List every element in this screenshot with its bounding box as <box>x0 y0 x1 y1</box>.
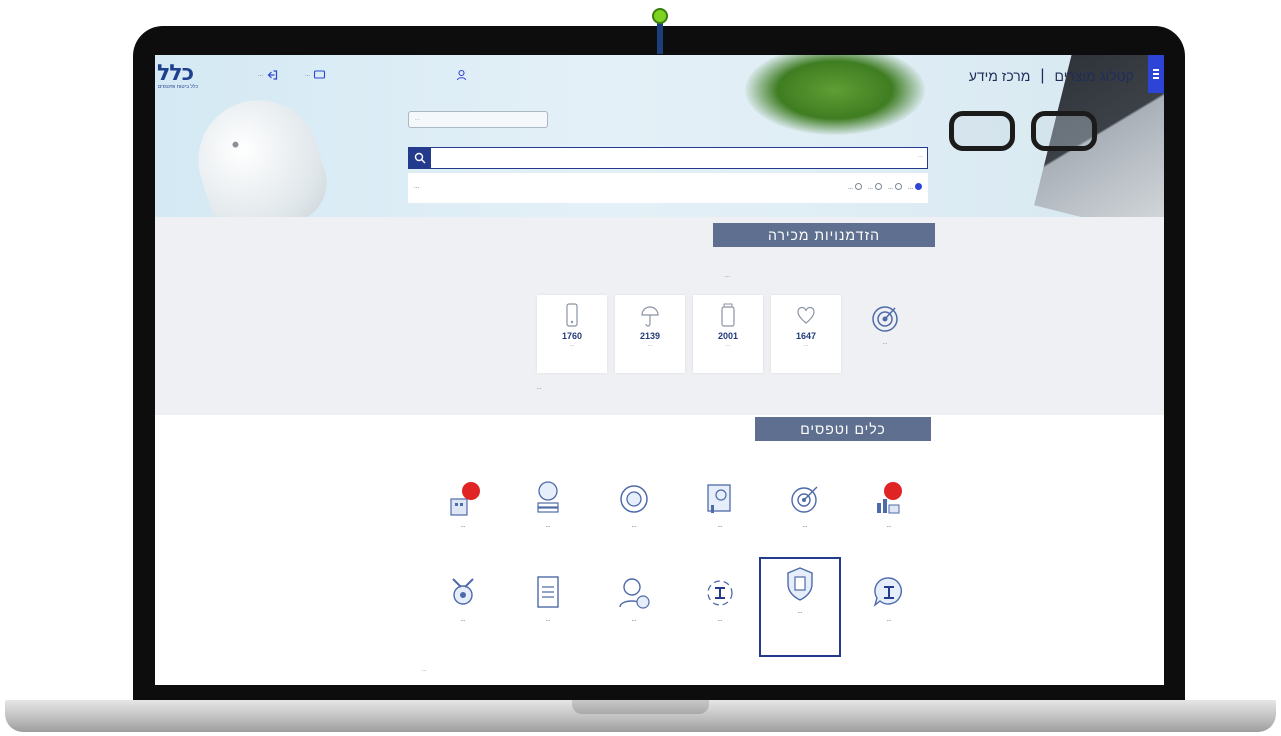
tool-row1-1[interactable]: ... <box>425 473 501 553</box>
circular-target-icon <box>620 485 648 513</box>
stat-value: 1647 <box>795 331 817 341</box>
tool-label: ... <box>717 523 723 529</box>
top-bar: כלל כלל ביטוח ופיננסים ... ... מרכז מידע… <box>155 55 1164 95</box>
stat-value: 1760 <box>561 331 583 341</box>
logo-subtitle: כלל ביטוח ופיננסים <box>158 84 199 90</box>
sales-section-title: הזדמנויות מכירה <box>713 223 935 247</box>
search-bar: ... <box>408 147 928 169</box>
exit-icon <box>267 70 278 80</box>
more-opportunities-link[interactable]: ... <box>537 385 541 391</box>
stat-value: 2001 <box>717 331 739 341</box>
tool-row2-6[interactable]: ... <box>851 567 927 647</box>
clal-logo-cycle-icon <box>707 580 733 606</box>
clal-logo[interactable]: כלל כלל ביטוח ופיננסים <box>157 61 229 91</box>
logo-text: כלל <box>157 61 194 86</box>
tool-label: ... <box>460 523 466 529</box>
target-arrow-icon <box>791 486 818 513</box>
tools-gear-icon <box>452 578 474 605</box>
footer-link[interactable]: ... <box>422 667 426 673</box>
tool-label: ... <box>886 617 892 623</box>
radio-option-1[interactable]: ... <box>908 183 922 191</box>
util-link-1-label: ... <box>258 72 264 78</box>
tool-label: ... <box>717 617 723 623</box>
stat-label: ... <box>725 342 731 348</box>
stat-label: ... <box>803 342 809 348</box>
target-label: ... <box>882 340 888 346</box>
chart-badge-icon <box>877 482 902 514</box>
stat-card-3[interactable]: 2001 ... <box>693 295 763 373</box>
tool-row1-3[interactable]: ... <box>596 473 672 553</box>
building-badge-icon <box>450 482 480 516</box>
target-icon <box>872 306 898 332</box>
coin-stack-icon <box>537 481 559 513</box>
user-icon <box>456 69 467 81</box>
glasses-image <box>945 103 1105 159</box>
hamburger-icon <box>1153 68 1159 80</box>
radio-option-3[interactable]: ... <box>868 183 882 191</box>
targets-tile[interactable]: ... <box>855 299 915 369</box>
tool-label: ... <box>886 523 892 529</box>
search-icon <box>414 152 426 164</box>
tool-label: ... <box>545 523 551 529</box>
util-link-1[interactable]: ... <box>258 67 279 83</box>
tool-row1-6[interactable]: ... <box>851 473 927 553</box>
laptop-screen: כלל כלל ביטוח ופיננסים ... ... מרכז מידע… <box>155 55 1164 685</box>
nav-info-center[interactable]: מרכז מידע <box>969 68 1031 84</box>
umbrella-icon <box>641 306 659 327</box>
advanced-search-link[interactable]: ... <box>414 184 419 190</box>
webcam-stem <box>657 22 663 54</box>
laptop-notch <box>572 700 709 714</box>
search-type-radios: ... ... ... ... <box>848 183 922 191</box>
tool-label: ... <box>802 523 808 529</box>
tool-row2-5-selected[interactable]: ... <box>759 557 841 657</box>
hamburger-menu-button[interactable] <box>1148 55 1164 93</box>
search-input[interactable]: ... <box>918 153 923 159</box>
webcam-icon <box>652 8 668 24</box>
tool-label: ... <box>460 617 466 623</box>
radio-option-2[interactable]: ... <box>888 183 902 191</box>
user-profile-button[interactable] <box>455 67 468 83</box>
util-link-2[interactable]: ... <box>305 67 326 83</box>
tool-label: ... <box>631 523 637 529</box>
shield-doc-icon <box>787 567 813 601</box>
jar-icon <box>721 303 735 327</box>
main-nav: מרכז מידע | קטלוג מוצרים <box>969 65 1134 87</box>
document-icon <box>537 576 559 608</box>
calculator-chart-icon <box>707 484 731 513</box>
stat-card-1[interactable]: 1760 ... <box>537 295 607 373</box>
search-button[interactable] <box>409 148 431 168</box>
laptop-mockup: כלל כלל ביטוח ופיננסים ... ... מרכז מידע… <box>0 0 1281 736</box>
stat-card-4[interactable]: 1647 ... <box>771 295 841 373</box>
clal-bubble-icon <box>873 577 902 607</box>
stat-card-2[interactable]: 2139 ... <box>615 295 685 373</box>
tool-row1-2[interactable]: ... <box>510 473 586 553</box>
stat-label: ... <box>569 342 575 348</box>
stat-label: ... <box>647 342 653 348</box>
tool-label: ... <box>797 609 803 615</box>
tool-row2-4[interactable]: ... <box>682 567 758 647</box>
heart-icon <box>797 306 815 324</box>
search-filters: ... ... ... ... ... <box>408 173 928 203</box>
util-link-2-label: ... <box>305 72 311 78</box>
tool-row2-3[interactable]: ... <box>596 567 672 647</box>
tool-label: ... <box>631 617 637 623</box>
tool-row1-5[interactable]: ... <box>767 473 843 553</box>
sales-section-subtitle: ... <box>725 273 731 279</box>
sales-opportunities-section: הזדמנויות מכירה ... 1760 ... 2139 ... 20… <box>155 217 1164 415</box>
stat-value: 2139 <box>639 331 661 341</box>
nav-product-catalog[interactable]: קטלוג מוצרים <box>1055 68 1134 84</box>
nav-separator: | <box>1040 67 1045 84</box>
agent-icon <box>619 578 650 609</box>
phone-icon <box>566 303 578 327</box>
tool-row2-2[interactable]: ... <box>510 567 586 647</box>
tool-row1-4[interactable]: ... <box>682 473 758 553</box>
tools-section-title: כלים וטפסים <box>755 417 931 441</box>
tool-label: ... <box>545 617 551 623</box>
tool-row2-1[interactable]: ... <box>425 567 501 647</box>
chat-icon <box>313 70 326 79</box>
category-select[interactable]: ... <box>408 111 548 128</box>
radio-option-4[interactable]: ... <box>848 183 862 191</box>
